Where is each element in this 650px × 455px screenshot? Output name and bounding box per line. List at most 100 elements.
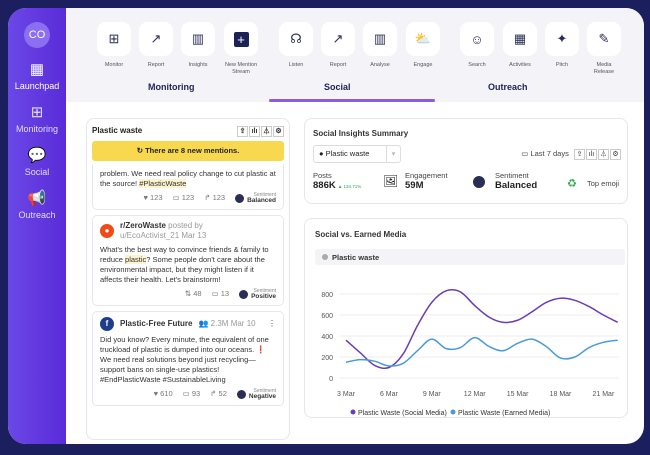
tool-media-release[interactable]: ✎ Media Release	[586, 22, 622, 76]
chart-card: Social vs. Earned Media Plastic waste 0 2…	[304, 218, 628, 418]
posts-change: 134.71%	[343, 184, 362, 189]
tool-pitch[interactable]: ✦ Pitch	[544, 22, 580, 69]
feed-title: Plastic waste	[92, 126, 143, 135]
sidebar-item-monitoring[interactable]: ⊞ Monitoring	[8, 103, 66, 134]
votes[interactable]: ⇅ 48	[185, 289, 202, 299]
chart-icon[interactable]: ılı	[586, 149, 597, 160]
tool-report[interactable]: ↗ Report	[320, 22, 356, 69]
tool-label: Engage	[413, 62, 433, 68]
post-source[interactable]: Plastic-Free Future	[120, 319, 192, 329]
sentiment-value: Positive	[251, 293, 276, 300]
date-range[interactable]: ▭ Last 7 days	[521, 149, 569, 158]
megaphone-icon: 📢	[27, 190, 47, 207]
comments-count: 93	[191, 389, 201, 398]
tool-label: Monitor	[104, 62, 124, 68]
post-source[interactable]: r/ZeroWaste	[120, 221, 166, 230]
tool-label: Activities	[509, 62, 531, 68]
sentiment-badge: Sentiment Positive	[239, 288, 276, 300]
group-social[interactable]: Social	[324, 82, 351, 92]
legend-label[interactable]: Plastic Waste (Earned Media)	[458, 410, 550, 417]
post-user[interactable]: u/EcoActivist_21	[120, 231, 179, 240]
legend-label[interactable]: Plastic Waste (Social Media)	[358, 410, 447, 417]
edit-doc-icon: ✎	[587, 22, 621, 56]
comments-count: 123	[181, 193, 195, 202]
tool-engage[interactable]: ⛅ Engage	[405, 22, 441, 69]
engagement-icon: 🖼	[383, 174, 399, 188]
refresh-icon: ↻	[136, 146, 146, 155]
post-text: Did you know? Every minute, the equivale…	[100, 335, 269, 384]
likes[interactable]: ♥ 610	[154, 389, 173, 399]
x-tick-label: 9 Mar	[423, 391, 442, 398]
group-monitoring[interactable]: Monitoring	[148, 82, 195, 92]
tool-label: Pitch	[555, 62, 569, 68]
mentions-feed: Plastic waste ⇪ ılı ⏃ ⚙ ↻ There are 8 new m…	[86, 118, 290, 440]
likes-count: 610	[160, 389, 173, 398]
comments[interactable]: ▭ 123	[173, 193, 195, 203]
top-emoji-label: Top emoji	[587, 179, 620, 188]
select-value: Plastic waste	[325, 149, 370, 158]
more-options-icon[interactable]: ⋮	[268, 319, 276, 329]
sentiment-badge: Sentiment Negative	[236, 388, 276, 400]
export-icon[interactable]: ⇪	[237, 126, 248, 137]
export-icon[interactable]: ⇪	[574, 149, 585, 160]
tool-activities[interactable]: ▦ Activities	[502, 22, 538, 69]
posted-by: posted by	[168, 221, 203, 230]
posts-value: 886K	[313, 180, 336, 191]
comments[interactable]: ▭ 93	[183, 389, 201, 399]
post-text: problem. We need real policy change to c…	[100, 169, 276, 188]
sidebar-item-outreach[interactable]: 📢 Outreach	[8, 189, 66, 220]
sidebar-item-social[interactable]: 💬 Social	[8, 146, 66, 177]
engagement-value: 59M	[405, 180, 424, 191]
settings-icon[interactable]: ⚙	[273, 126, 284, 137]
y-tick-label: 200	[321, 355, 333, 362]
group-outreach[interactable]: Outreach	[488, 82, 528, 92]
chart-icon[interactable]: ılı	[249, 126, 260, 137]
shares-count: 52	[218, 389, 227, 398]
tool-label: Analyse	[370, 62, 390, 68]
sidebar-label: Social	[24, 167, 50, 177]
tool-insights[interactable]: ▥ Insights	[180, 22, 216, 69]
tool-listen[interactable]: ☊ Listen	[278, 22, 314, 69]
settings-icon[interactable]: ⚙	[610, 149, 621, 160]
likes[interactable]: ♥ 123	[143, 193, 162, 203]
x-tick-label: 15 Mar	[507, 391, 529, 398]
x-tick-label: 21 Mar	[593, 391, 615, 398]
filter-icon[interactable]: ⏃	[598, 149, 609, 160]
shares-count: 123	[212, 193, 226, 202]
y-tick-label: 600	[321, 313, 333, 320]
tool-label: Media Release	[593, 62, 615, 75]
tool-search[interactable]: ☺ Search	[459, 22, 495, 69]
post-card[interactable]: problem. We need real policy change to c…	[92, 164, 284, 210]
analyse-icon: ▥	[363, 22, 397, 56]
sidebar-item-launchpad[interactable]: ▦ Launchpad	[8, 60, 66, 91]
active-tab-indicator	[269, 99, 435, 102]
new-mentions-banner[interactable]: ↻ There are 8 new mentions.	[92, 141, 284, 161]
activities-icon: ▦	[503, 22, 537, 56]
chart-title: Social vs. Earned Media	[315, 230, 407, 239]
followers: 2.3M	[210, 319, 229, 328]
x-tick-label: 12 Mar	[464, 391, 486, 398]
posts-label: Posts	[313, 171, 332, 180]
tool-label: Insights	[188, 62, 208, 68]
sidebar-label: Outreach	[18, 210, 56, 220]
plus-icon: +	[224, 22, 258, 56]
tool-label: Listen	[288, 62, 304, 68]
tool-monitor[interactable]: ⊞ Monitor	[96, 22, 132, 69]
x-tick-label: 3 Mar	[337, 391, 356, 398]
shares[interactable]: ↱ 123	[204, 193, 225, 203]
comments[interactable]: ▭ 13	[212, 289, 230, 299]
post-card[interactable]: f Plastic-Free Future 👥 2.3M Mar 10 ⋮ Did y…	[92, 311, 284, 406]
filter-icon[interactable]: ⏃	[261, 126, 272, 137]
topic-select[interactable]: ● Plastic waste ▾	[313, 145, 401, 163]
post-card[interactable]: ● r/ZeroWaste posted by u/EcoActivist_21 M…	[92, 215, 284, 306]
tool-report[interactable]: ↗ Report	[138, 22, 174, 69]
sentiment-value: Negative	[248, 393, 276, 400]
hashtag[interactable]: #PlasticWaste	[139, 179, 187, 188]
shares[interactable]: ↱ 52	[210, 389, 227, 399]
y-tick-label: 0	[329, 376, 333, 383]
avatar[interactable]: CO	[24, 22, 50, 48]
tool-new-mention-stream[interactable]: + New Mention Stream	[223, 22, 259, 76]
tool-analyse[interactable]: ▥ Analyse	[362, 22, 398, 69]
tool-label: Report	[147, 62, 165, 68]
neutral-face-icon	[235, 193, 245, 203]
